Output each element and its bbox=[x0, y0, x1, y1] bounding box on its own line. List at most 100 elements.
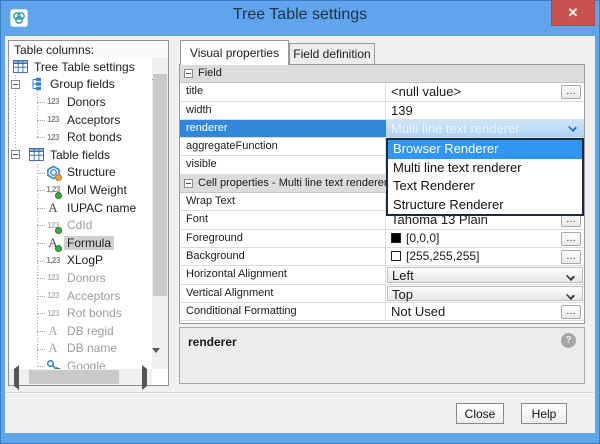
tab-visual-properties[interactable]: Visual properties bbox=[180, 40, 289, 65]
collapse-minus-icon[interactable] bbox=[11, 80, 20, 89]
letter-icon: A bbox=[45, 200, 61, 216]
tree-item-donors[interactable]: 123 Donors bbox=[9, 93, 152, 111]
table-icon bbox=[12, 59, 28, 75]
tree-item-mol-weight[interactable]: 1,23 Mol Weight bbox=[9, 181, 152, 199]
chevron-down-icon bbox=[566, 291, 575, 300]
tree-horizontal-scrollbar[interactable] bbox=[9, 369, 152, 385]
tree-item-label: Tree Table settings bbox=[31, 60, 138, 74]
ellipsis-button[interactable]: … bbox=[561, 250, 581, 264]
group-row-field[interactable]: Field bbox=[180, 65, 584, 83]
scrollbar-thumb[interactable] bbox=[29, 370, 119, 384]
background-value: [255,255,255] bbox=[406, 249, 479, 263]
tree-item-label: DB regid bbox=[64, 324, 117, 338]
tree-item-table-fields[interactable]: Table fields bbox=[9, 146, 152, 164]
close-button[interactable]: ✕ bbox=[551, 0, 595, 26]
tree-item-label: Donors bbox=[64, 95, 109, 109]
tree-item-google[interactable]: Google bbox=[9, 357, 152, 369]
row-background[interactable]: Background [255,255,255] … bbox=[180, 248, 584, 266]
window-title: Tree Table settings bbox=[0, 6, 600, 24]
table-columns-label: Table columns: bbox=[9, 41, 168, 58]
group-fields-icon bbox=[28, 76, 44, 92]
tree-item-formula[interactable]: A Formula bbox=[9, 234, 152, 252]
tree-item-rot-bonds[interactable]: 123 Rot bonds bbox=[9, 128, 152, 146]
integer-icon: 123 bbox=[45, 288, 61, 304]
ellipsis-button[interactable]: … bbox=[561, 232, 581, 246]
letter-icon: A bbox=[45, 323, 61, 339]
tree-item-xlogp[interactable]: 1,23 XLogP bbox=[9, 252, 152, 270]
tree-item-label: Formula bbox=[64, 236, 114, 250]
help-button[interactable]: Help bbox=[521, 403, 567, 424]
scroll-left-icon[interactable] bbox=[9, 369, 25, 385]
table-icon bbox=[28, 147, 44, 163]
tree-item-acceptors[interactable]: 123 Acceptors bbox=[9, 111, 152, 129]
table-columns-panel: Table columns: Tree Table settings Group… bbox=[8, 40, 169, 386]
tree-item-label: Table fields bbox=[47, 148, 113, 162]
horizontal-alignment-combobox[interactable]: Left bbox=[387, 267, 583, 282]
row-renderer[interactable]: renderer Multi line text renderer bbox=[180, 120, 584, 138]
scrollbar-thumb[interactable] bbox=[153, 74, 167, 296]
letter-icon: A bbox=[45, 340, 61, 356]
tree-item-cdid[interactable]: 123 CdId bbox=[9, 216, 152, 234]
tree-item-label: Rot bonds bbox=[64, 306, 125, 320]
scroll-up-icon[interactable] bbox=[152, 58, 168, 74]
integer-icon: 123 bbox=[45, 129, 61, 145]
tree-item-label: XLogP bbox=[64, 253, 106, 267]
help-icon[interactable]: ? bbox=[561, 333, 576, 348]
dropdown-item-multi-line-text-renderer[interactable]: Multi line text renderer bbox=[388, 159, 582, 178]
dropdown-item-text-renderer[interactable]: Text Renderer bbox=[388, 177, 582, 196]
close-icon: ✕ bbox=[568, 5, 579, 20]
dropdown-item-browser-renderer[interactable]: Browser Renderer bbox=[388, 140, 582, 159]
collapse-minus-icon[interactable] bbox=[184, 179, 193, 188]
tree-item-label: DB name bbox=[64, 341, 120, 355]
letter-icon: A bbox=[45, 235, 61, 251]
footer-separator bbox=[6, 392, 594, 394]
tree-item-rot-bonds-2[interactable]: 123 Rot bonds bbox=[9, 304, 152, 322]
title-value: <null value> bbox=[391, 84, 461, 99]
tree-item-donors-2[interactable]: 123 Donors bbox=[9, 269, 152, 287]
ellipsis-button[interactable]: … bbox=[561, 305, 581, 319]
structure-icon bbox=[45, 164, 61, 180]
tree-item-label: Rot bonds bbox=[64, 130, 125, 144]
collapse-minus-icon[interactable] bbox=[184, 69, 193, 78]
description-title: renderer bbox=[188, 335, 237, 349]
color-swatch bbox=[391, 233, 401, 243]
tree-item-structure[interactable]: Structure bbox=[9, 164, 152, 182]
row-conditional-formatting[interactable]: Conditional Formatting Not Used … bbox=[180, 303, 584, 321]
collapse-minus-icon[interactable] bbox=[11, 150, 20, 159]
row-horizontal-alignment[interactable]: Horizontal Alignment Left bbox=[180, 266, 584, 284]
row-width[interactable]: width 139 bbox=[180, 102, 584, 120]
tree-item-acceptors-2[interactable]: 123 Acceptors bbox=[9, 287, 152, 305]
tree-item-label: CdId bbox=[64, 218, 95, 232]
tree-item-label: Structure bbox=[64, 165, 119, 179]
scroll-right-icon[interactable] bbox=[136, 369, 152, 385]
decimal-icon: 1,23 bbox=[45, 252, 61, 268]
row-vertical-alignment[interactable]: Vertical Alignment Top bbox=[180, 285, 584, 303]
chevron-down-icon bbox=[568, 123, 577, 132]
tree-vertical-scrollbar[interactable] bbox=[152, 58, 168, 369]
tree-item-label: Acceptors bbox=[64, 113, 123, 127]
horizontal-alignment-value: Left bbox=[392, 268, 414, 283]
integer-icon: 123 bbox=[45, 112, 61, 128]
description-panel: renderer ? bbox=[179, 327, 585, 384]
tree-item-root[interactable]: Tree Table settings bbox=[9, 58, 152, 76]
dropdown-item-structure-renderer[interactable]: Structure Renderer bbox=[388, 196, 582, 215]
tree-item-db-regid[interactable]: A DB regid bbox=[9, 322, 152, 340]
title-bar: Tree Table settings ✕ bbox=[0, 0, 600, 36]
integer-icon: 123 bbox=[45, 270, 61, 286]
close-dialog-button[interactable]: Close bbox=[456, 403, 504, 424]
row-title[interactable]: title <null value> … bbox=[180, 83, 584, 101]
renderer-value: Multi line text renderer bbox=[391, 121, 520, 136]
foreground-value: [0,0,0] bbox=[406, 231, 439, 245]
tab-field-definition[interactable]: Field definition bbox=[289, 43, 375, 64]
renderer-combobox[interactable]: Multi line text renderer bbox=[386, 120, 584, 137]
tree-item-label: Group fields bbox=[47, 77, 118, 91]
decimal-icon: 1,23 bbox=[45, 182, 61, 198]
tree-item-iupac-name[interactable]: A IUPAC name bbox=[9, 199, 152, 217]
row-foreground[interactable]: Foreground [0,0,0] … bbox=[180, 230, 584, 248]
ellipsis-button[interactable]: … bbox=[561, 85, 581, 99]
vertical-alignment-combobox[interactable]: Top bbox=[387, 286, 583, 301]
tree-item-db-name[interactable]: A DB name bbox=[9, 340, 152, 358]
tree-item-group-fields[interactable]: Group fields bbox=[9, 76, 152, 94]
columns-tree: Tree Table settings Group fields 123 Don… bbox=[9, 58, 152, 369]
scroll-down-icon[interactable] bbox=[152, 353, 168, 369]
